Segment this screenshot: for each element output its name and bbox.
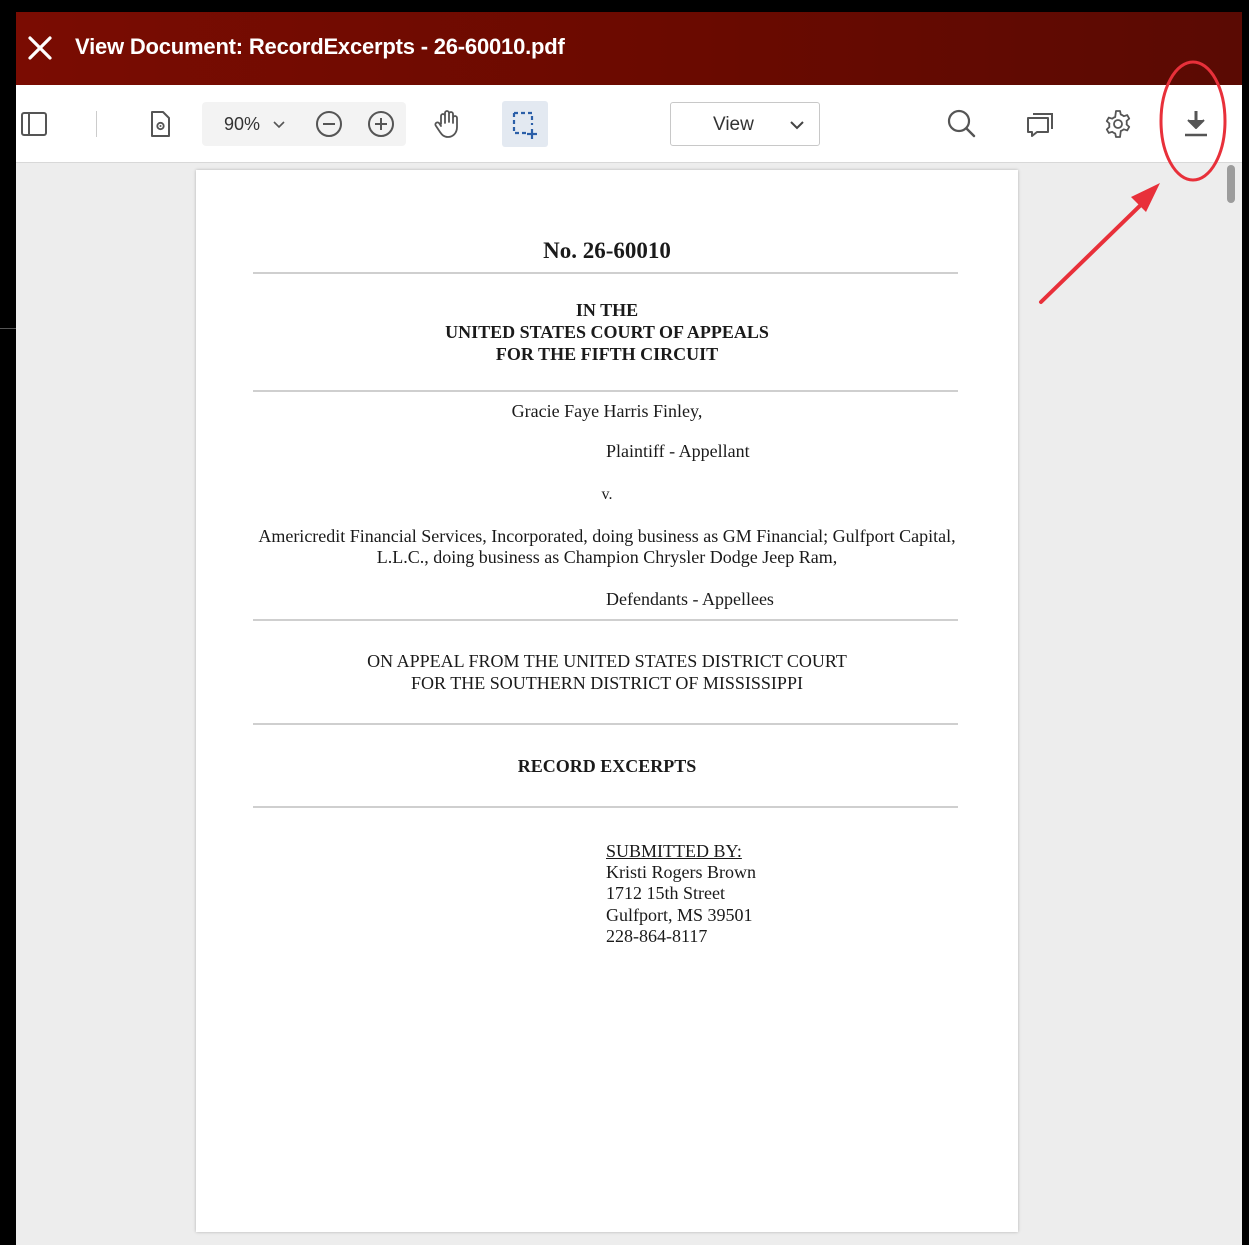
document-viewer-window: View Document: RecordExcerpts - 26-60010…	[16, 12, 1242, 1245]
download-button[interactable]	[1180, 107, 1212, 141]
versus: v.	[601, 486, 613, 503]
sidebar-toggle-button[interactable]	[18, 109, 50, 139]
view-mode-select[interactable]: View	[670, 102, 820, 146]
submitted-by-label: SUBMITTED BY:	[606, 841, 742, 861]
viewer-toolbar: 90% View	[16, 85, 1242, 163]
submitter-city: Gulfport, MS 39501	[606, 905, 753, 925]
document-title: RECORD EXCERPTS	[517, 756, 697, 776]
divider	[253, 619, 958, 621]
comments-icon	[1027, 113, 1053, 137]
pan-hand-icon	[434, 110, 458, 138]
plaintiff-name: Gracie Faye Harris Finley,	[511, 401, 703, 421]
close-icon	[28, 36, 52, 60]
appeal-line-1: ON APPEAL FROM THE UNITED STATES DISTRIC…	[367, 651, 847, 671]
submitter-phone: 228-864-8117	[606, 926, 708, 946]
case-number: No. 26-60010	[543, 238, 671, 263]
toolbar-divider	[96, 111, 97, 137]
title-bar: View Document: RecordExcerpts - 26-60010…	[16, 12, 1242, 85]
zoom-controls: 90%	[202, 102, 406, 146]
divider	[253, 806, 958, 808]
comments-button[interactable]	[1024, 109, 1056, 139]
defendants-line-1: Americredit Financial Services, Incorpor…	[258, 526, 956, 546]
court-line-1: IN THE	[575, 300, 639, 320]
zoom-out-button[interactable]	[314, 109, 344, 139]
zoom-level-dropdown[interactable]: 90%	[224, 114, 260, 135]
zoom-out-icon	[316, 111, 342, 137]
vertical-scrollbar-thumb[interactable]	[1227, 165, 1235, 203]
defendants-role: Defendants - Appellees	[606, 589, 774, 609]
divider	[253, 723, 958, 725]
divider	[253, 390, 958, 392]
search-icon	[947, 109, 976, 138]
zoom-in-button[interactable]	[366, 109, 396, 139]
marquee-select-button[interactable]	[502, 101, 548, 147]
page-settings-button[interactable]	[146, 109, 174, 139]
court-line-3: FOR THE FIFTH CIRCUIT	[495, 344, 719, 364]
window-title: View Document: RecordExcerpts - 26-60010…	[75, 34, 565, 59]
pdf-page: No. 26-60010 IN THE UNITED STATES COURT …	[196, 170, 1018, 1232]
appeal-line-2: FOR THE SOUTHERN DISTRICT OF MISSISSIPPI	[411, 673, 803, 693]
close-button[interactable]	[26, 34, 54, 62]
chevron-down-icon	[790, 121, 804, 130]
pan-tool-button[interactable]	[430, 107, 464, 141]
download-icon	[1185, 111, 1207, 137]
settings-button[interactable]	[1102, 108, 1134, 140]
court-line-2: UNITED STATES COURT OF APPEALS	[445, 322, 769, 342]
edge-artifact	[0, 328, 16, 329]
submitter-street: 1712 15th Street	[606, 883, 725, 903]
page-settings-icon	[151, 111, 170, 137]
defendants-line-2: L.L.C., doing business as Champion Chrys…	[376, 547, 838, 567]
marquee-select-icon	[512, 111, 537, 139]
zoom-in-icon	[368, 111, 394, 137]
divider	[253, 272, 958, 274]
chevron-down-icon	[273, 121, 285, 129]
settings-gear-icon	[1105, 110, 1131, 138]
sidebar-toggle-icon	[21, 112, 47, 136]
submitter-name: Kristi Rogers Brown	[606, 862, 756, 882]
plaintiff-role: Plaintiff - Appellant	[606, 441, 750, 461]
search-button[interactable]	[946, 108, 978, 140]
view-mode-label: View	[713, 114, 754, 135]
